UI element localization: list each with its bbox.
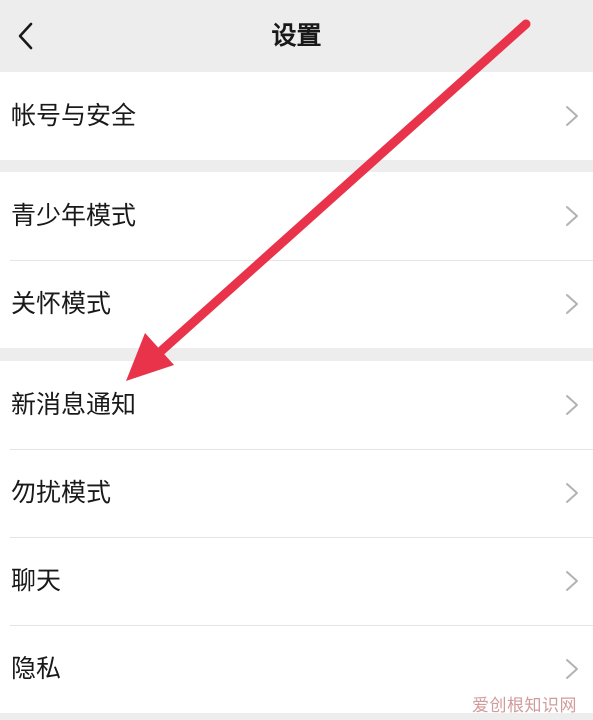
settings-group-general: 新消息通知 勿扰模式 聊天 隐私 [0,361,593,713]
settings-item-label: 隐私 [11,654,62,683]
settings-item-account-security[interactable]: 帐号与安全 [0,72,593,160]
settings-item-label: 帐号与安全 [11,101,137,130]
chevron-right-icon [566,106,578,126]
settings-item-label: 关怀模式 [11,289,112,318]
chevron-right-icon [566,395,578,415]
settings-item-label: 青少年模式 [11,201,137,230]
settings-group-account: 帐号与安全 [0,72,593,160]
settings-item-new-message-notification[interactable]: 新消息通知 [0,361,593,449]
settings-item-label: 勿扰模式 [11,478,112,507]
settings-item-chat[interactable]: 聊天 [0,537,593,625]
chevron-right-icon [566,294,578,314]
nav-bar: 设置 [0,0,593,72]
chevron-right-icon [566,659,578,679]
settings-item-teen-mode[interactable]: 青少年模式 [0,172,593,260]
settings-item-do-not-disturb[interactable]: 勿扰模式 [0,449,593,537]
chevron-right-icon [566,571,578,591]
page-title: 设置 [271,21,322,50]
settings-item-care-mode[interactable]: 关怀模式 [0,260,593,348]
chevron-right-icon [566,483,578,503]
settings-item-label: 聊天 [11,566,62,595]
settings-item-label: 新消息通知 [11,390,137,419]
watermark: 爱创根知识网 [472,696,577,716]
chevron-right-icon [566,206,578,226]
settings-screen: 设置 帐号与安全 青少年模式 关怀模式 新消息通知 勿扰模式 聊天 隐私 爱创根… [0,0,593,720]
settings-group-modes: 青少年模式 关怀模式 [0,172,593,348]
